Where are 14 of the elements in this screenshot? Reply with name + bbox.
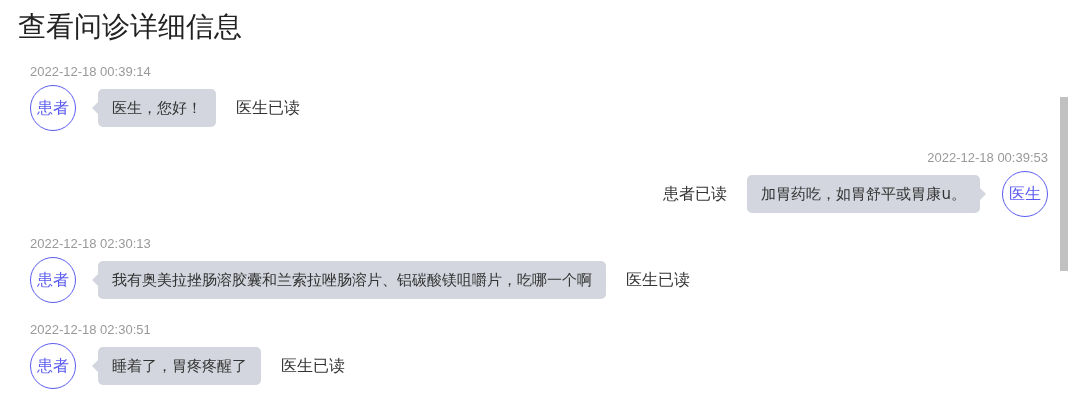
scrollbar[interactable] [1060, 97, 1068, 271]
page-title: 查看问诊详细信息 [18, 9, 243, 45]
message-bubble: 医生，您好！ [98, 89, 216, 127]
message-bubble: 我有奥美拉挫肠溶胶囊和兰索拉唑肠溶片、铝碳酸镁咀嚼片，吃哪一个啊 [98, 261, 606, 299]
message-bubble: 睡着了，胃疼疼醒了 [98, 347, 261, 385]
message-time: 2022-12-18 02:30:51 [30, 321, 152, 338]
message-time: 2022-12-18 00:39:14 [30, 63, 152, 80]
read-status: 医生已读 [626, 269, 690, 291]
message-time: 2022-12-18 02:30:13 [30, 235, 152, 252]
read-status: 医生已读 [236, 97, 300, 119]
message-time: 2022-12-18 00:39:53 [927, 149, 1048, 166]
read-status: 医生已读 [281, 355, 345, 377]
read-status: 患者已读 [663, 183, 728, 205]
message-bubble: 加胃药吃，如胃舒平或胃康u。 [747, 175, 980, 213]
